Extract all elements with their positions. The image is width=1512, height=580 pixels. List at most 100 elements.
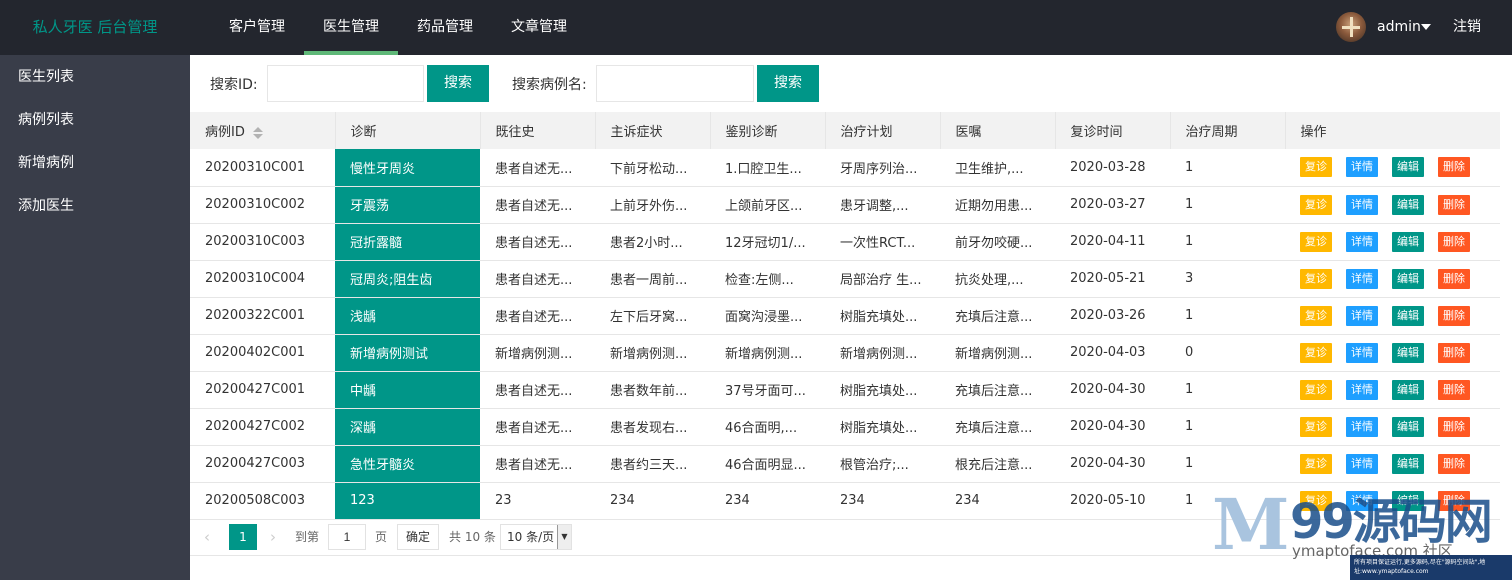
search-id-input[interactable] bbox=[267, 65, 424, 102]
action-group: 复诊 详情 编辑 删除 bbox=[1300, 231, 1500, 252]
action-group: 复诊 详情 编辑 删除 bbox=[1300, 305, 1500, 326]
chevron-down-icon[interactable] bbox=[1421, 24, 1431, 30]
cell-complaint: 患者数年前... bbox=[595, 371, 710, 409]
revisit-button[interactable]: 复诊 bbox=[1300, 305, 1332, 326]
cell-id: 20200310C004 bbox=[190, 260, 335, 298]
cell-diagnosis: 深龋 bbox=[335, 408, 480, 446]
cell-cycle: 1 bbox=[1170, 149, 1285, 187]
goto-confirm-button[interactable]: 确定 bbox=[397, 524, 439, 550]
detail-button[interactable]: 详情 bbox=[1346, 342, 1378, 363]
cell-advice: 充填后注意... bbox=[940, 408, 1055, 446]
delete-button[interactable]: 删除 bbox=[1438, 379, 1470, 400]
cell-revisit: 2020-04-30 bbox=[1055, 445, 1170, 483]
revisit-button[interactable]: 复诊 bbox=[1300, 416, 1332, 437]
revisit-button[interactable]: 复诊 bbox=[1300, 379, 1332, 400]
detail-button[interactable]: 详情 bbox=[1346, 305, 1378, 326]
cell-history: 患者自述无... bbox=[480, 371, 595, 409]
cell-advice: 充填后注意... bbox=[940, 297, 1055, 335]
delete-button[interactable]: 删除 bbox=[1438, 157, 1470, 178]
cell-revisit: 2020-03-26 bbox=[1055, 297, 1170, 335]
action-group: 复诊 详情 编辑 删除 bbox=[1300, 416, 1500, 437]
detail-button[interactable]: 详情 bbox=[1346, 453, 1378, 474]
sidebar-item-case-list[interactable]: 病例列表 bbox=[0, 98, 190, 141]
cell-plan: 患牙调整,... bbox=[825, 186, 940, 224]
revisit-button[interactable]: 复诊 bbox=[1300, 342, 1332, 363]
detail-button[interactable]: 详情 bbox=[1346, 416, 1378, 437]
top-bar: 私人牙医 后台管理 客户管理 医生管理 药品管理 文章管理 admin 注销 bbox=[0, 0, 1512, 55]
revisit-button[interactable]: 复诊 bbox=[1300, 157, 1332, 178]
cell-revisit: 2020-03-27 bbox=[1055, 186, 1170, 224]
detail-button[interactable]: 详情 bbox=[1346, 157, 1378, 178]
revisit-button[interactable]: 复诊 bbox=[1300, 453, 1332, 474]
cell-advice: 近期勿用患... bbox=[940, 186, 1055, 224]
prev-page-icon[interactable]: ‹ bbox=[204, 524, 210, 550]
edit-button[interactable]: 编辑 bbox=[1392, 305, 1424, 326]
search-name-button[interactable]: 搜索 bbox=[757, 65, 819, 102]
detail-button[interactable]: 详情 bbox=[1346, 231, 1378, 252]
edit-button[interactable]: 编辑 bbox=[1392, 231, 1424, 252]
edit-button[interactable]: 编辑 bbox=[1392, 268, 1424, 289]
cell-history: 患者自述无... bbox=[480, 260, 595, 298]
search-bar: 搜索ID: 搜索 搜索病例名: 搜索 bbox=[190, 55, 1512, 110]
delete-button[interactable]: 删除 bbox=[1438, 342, 1470, 363]
sort-icon[interactable] bbox=[252, 126, 263, 139]
cell-complaint: 下前牙松动... bbox=[595, 149, 710, 187]
cell-revisit: 2020-04-30 bbox=[1055, 371, 1170, 409]
nav-doctor[interactable]: 医生管理 bbox=[304, 0, 398, 55]
app-logo[interactable]: 私人牙医 后台管理 bbox=[0, 0, 190, 55]
edit-button[interactable]: 编辑 bbox=[1392, 453, 1424, 474]
table-row: 20200310C001 慢性牙周炎 患者自述无... 下前牙松动... 1.口腔卫生.… bbox=[190, 149, 1500, 187]
col-header-revisit: 复诊时间 bbox=[1055, 112, 1171, 149]
cell-advice: 充填后注意... bbox=[940, 371, 1055, 409]
cell-differential: 46合面明,... bbox=[710, 408, 825, 446]
nav-article[interactable]: 文章管理 bbox=[492, 0, 586, 55]
avatar[interactable] bbox=[1336, 12, 1366, 42]
delete-button[interactable]: 删除 bbox=[1438, 305, 1470, 326]
cell-plan: 树脂充填处... bbox=[825, 408, 940, 446]
username[interactable]: admin bbox=[1377, 0, 1421, 55]
cell-plan: 树脂充填处... bbox=[825, 297, 940, 335]
goto-page-input[interactable] bbox=[328, 524, 366, 550]
detail-button[interactable]: 详情 bbox=[1346, 379, 1378, 400]
revisit-button[interactable]: 复诊 bbox=[1300, 194, 1332, 215]
logout-link[interactable]: 注销 bbox=[1453, 0, 1481, 55]
revisit-button[interactable]: 复诊 bbox=[1300, 268, 1332, 289]
sidebar-item-add-case[interactable]: 新增病例 bbox=[0, 141, 190, 184]
delete-button[interactable]: 删除 bbox=[1438, 416, 1470, 437]
edit-button[interactable]: 编辑 bbox=[1392, 194, 1424, 215]
cell-differential: 面窝沟浸墨... bbox=[710, 297, 825, 335]
cell-advice: 卫生维护,... bbox=[940, 149, 1055, 187]
nav-customer[interactable]: 客户管理 bbox=[210, 0, 304, 55]
delete-button[interactable]: 删除 bbox=[1438, 268, 1470, 289]
col-header-differential: 鉴别诊断 bbox=[710, 112, 826, 149]
sidebar-item-doctor-list[interactable]: 医生列表 bbox=[0, 55, 190, 98]
cell-diagnosis: 新增病例测试 bbox=[335, 334, 480, 372]
cell-plan: 234 bbox=[825, 482, 940, 520]
detail-button[interactable]: 详情 bbox=[1346, 194, 1378, 215]
delete-button[interactable]: 删除 bbox=[1438, 194, 1470, 215]
col-header-plan: 治疗计划 bbox=[825, 112, 941, 149]
cell-actions: 复诊 详情 编辑 删除 bbox=[1285, 223, 1500, 261]
edit-button[interactable]: 编辑 bbox=[1392, 157, 1424, 178]
cell-complaint: 新增病例测... bbox=[595, 334, 710, 372]
revisit-button[interactable]: 复诊 bbox=[1300, 231, 1332, 252]
col-header-id[interactable]: 病例ID bbox=[190, 112, 336, 149]
cell-complaint: 234 bbox=[595, 482, 710, 520]
delete-button[interactable]: 删除 bbox=[1438, 453, 1470, 474]
edit-button[interactable]: 编辑 bbox=[1392, 416, 1424, 437]
search-name-input[interactable] bbox=[596, 65, 754, 102]
cell-actions: 复诊 详情 编辑 删除 bbox=[1285, 408, 1500, 446]
cell-history: 患者自述无... bbox=[480, 445, 595, 483]
edit-button[interactable]: 编辑 bbox=[1392, 342, 1424, 363]
edit-button[interactable]: 编辑 bbox=[1392, 379, 1424, 400]
search-id-button[interactable]: 搜索 bbox=[427, 65, 489, 102]
delete-button[interactable]: 删除 bbox=[1438, 231, 1470, 252]
per-page-select[interactable]: 10 条/页 ▼ bbox=[500, 524, 572, 550]
cell-revisit: 2020-05-10 bbox=[1055, 482, 1170, 520]
nav-medicine[interactable]: 药品管理 bbox=[398, 0, 492, 55]
detail-button[interactable]: 详情 bbox=[1346, 268, 1378, 289]
page-current[interactable]: 1 bbox=[229, 524, 257, 550]
next-page-icon[interactable]: › bbox=[270, 524, 276, 550]
table-row: 20200310C003 冠折露髓 患者自述无... 患者2小时... 12牙冠切1/.… bbox=[190, 223, 1500, 261]
sidebar-item-add-doctor[interactable]: 添加医生 bbox=[0, 184, 190, 227]
